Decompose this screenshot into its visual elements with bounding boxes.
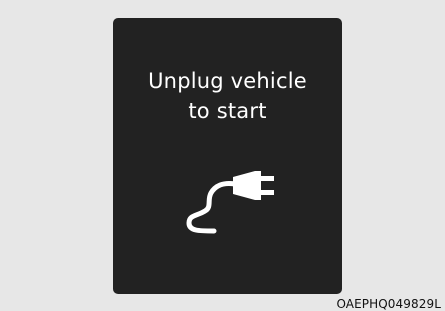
message-line-1: Unplug vehicle (148, 69, 307, 93)
charging-plug-icon (186, 171, 274, 234)
image-reference-code: OAEPHQ049829L (336, 297, 441, 311)
instrument-message-panel: Unplug vehicle to start (113, 18, 342, 294)
warning-message: Unplug vehicle to start (113, 66, 342, 126)
message-line-2: to start (188, 99, 267, 123)
